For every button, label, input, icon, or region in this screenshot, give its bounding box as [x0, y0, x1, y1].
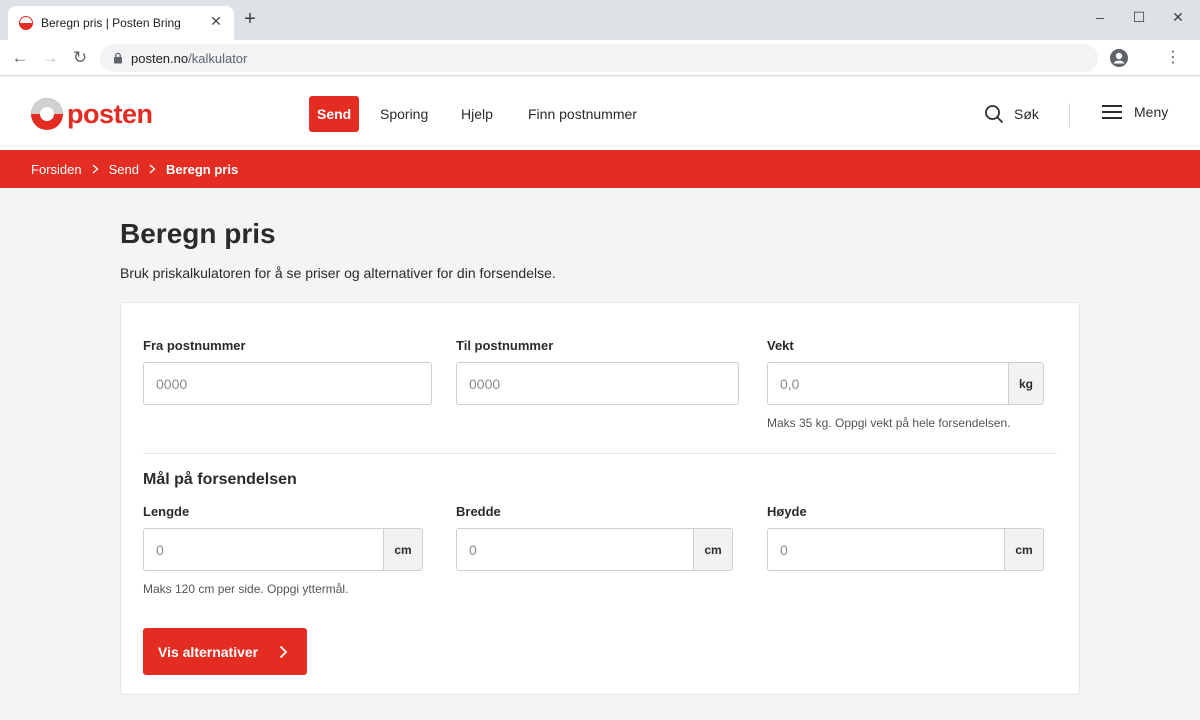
close-tab-icon[interactable]: ✕: [208, 13, 224, 29]
show-alternatives-button[interactable]: Vis alternativer: [143, 628, 307, 675]
weight-unit: kg: [1008, 363, 1043, 404]
height-unit: cm: [1004, 529, 1043, 570]
price-calculator-form: Fra postnummer Til postnummer Vekt kg Ma…: [120, 302, 1080, 695]
address-bar[interactable]: posten.no/kalkulator: [100, 44, 1098, 72]
length-field: cm: [143, 528, 423, 571]
to-postcode-field: [456, 362, 739, 405]
close-window-icon[interactable]: ✕: [1164, 6, 1192, 28]
width-field: cm: [456, 528, 733, 571]
nav-send[interactable]: Send: [309, 96, 360, 132]
weight-help-text: Maks 35 kg. Oppgi vekt på hele forsendel…: [767, 416, 1011, 430]
dimensions-title: Mål på forsendelsen: [143, 471, 297, 488]
height-input[interactable]: [768, 529, 1004, 570]
minimize-icon[interactable]: –: [1086, 6, 1114, 28]
search-label: Søk: [1014, 106, 1039, 122]
posten-logo-icon: [31, 98, 63, 130]
show-alternatives-label: Vis alternativer: [158, 643, 259, 660]
nav-finn-postnummer[interactable]: Finn postnummer: [528, 96, 637, 132]
height-field: cm: [767, 528, 1044, 571]
browser-tabbar: Beregn pris | Posten Bring ✕ + – ☐ ✕: [0, 0, 1200, 40]
tab-title: Beregn pris | Posten Bring: [41, 16, 181, 30]
breadcrumb: Forsiden Send Beregn pris: [0, 150, 1200, 188]
height-label: Høyde: [767, 504, 807, 519]
to-postcode-label: Til postnummer: [456, 338, 554, 353]
back-icon[interactable]: ←: [10, 48, 30, 68]
length-unit: cm: [383, 529, 422, 570]
dimensions-help-text: Maks 120 cm per side. Oppgi yttermål.: [143, 582, 349, 596]
menu-label: Meny: [1134, 104, 1169, 120]
reload-icon[interactable]: ↻: [70, 48, 90, 68]
forward-icon[interactable]: →: [40, 48, 60, 68]
logo-text: posten: [67, 98, 153, 129]
from-postcode-label: Fra postnummer: [143, 338, 246, 353]
chevron-right-icon: [92, 164, 99, 174]
weight-input[interactable]: [768, 363, 1008, 404]
posten-logo[interactable]: posten: [30, 94, 153, 134]
url-host: posten.no: [131, 51, 189, 66]
search-icon: [985, 105, 1004, 124]
maximize-icon[interactable]: ☐: [1125, 6, 1153, 28]
breadcrumb-forsiden[interactable]: Forsiden: [31, 162, 82, 177]
section-divider: [143, 453, 1057, 454]
chevron-right-icon: [149, 164, 156, 174]
browser-tab[interactable]: Beregn pris | Posten Bring ✕: [8, 6, 234, 40]
length-label: Lengde: [143, 504, 190, 519]
width-unit: cm: [693, 529, 732, 570]
url-text: posten.no/kalkulator: [131, 51, 247, 66]
weight-field: kg: [767, 362, 1044, 405]
chevron-right-icon: [279, 645, 288, 659]
breadcrumb-send[interactable]: Send: [109, 162, 139, 177]
nav-hjelp[interactable]: Hjelp: [461, 96, 493, 132]
width-input[interactable]: [457, 529, 693, 570]
profile-icon[interactable]: [1109, 48, 1129, 68]
browser-toolbar: ← → ↻ posten.no/kalkulator ⋮: [0, 40, 1200, 76]
menu-button[interactable]: Meny: [1102, 104, 1168, 120]
to-postcode-input[interactable]: [457, 363, 738, 404]
nav-sporing[interactable]: Sporing: [380, 96, 428, 132]
posten-favicon-icon: [19, 16, 33, 30]
from-postcode-field: [143, 362, 432, 405]
browser-menu-icon[interactable]: ⋮: [1163, 48, 1183, 68]
width-label: Bredde: [456, 504, 501, 519]
page-intro: Bruk priskalkulatoren for å se priser og…: [120, 265, 556, 281]
length-input[interactable]: [144, 529, 383, 570]
hamburger-menu-icon: [1102, 105, 1122, 119]
lock-icon: [114, 52, 122, 64]
url-path: /kalkulator: [188, 51, 248, 66]
new-tab-icon[interactable]: +: [240, 9, 260, 29]
page-title: Beregn pris: [120, 218, 276, 249]
breadcrumb-current: Beregn pris: [165, 161, 239, 177]
header-divider: [1069, 103, 1070, 127]
site-header: posten Send Sporing Hjelp Finn postnumme…: [0, 77, 1200, 150]
from-postcode-input[interactable]: [144, 363, 431, 404]
weight-label: Vekt: [767, 338, 794, 353]
search-button[interactable]: Søk: [984, 104, 1039, 124]
